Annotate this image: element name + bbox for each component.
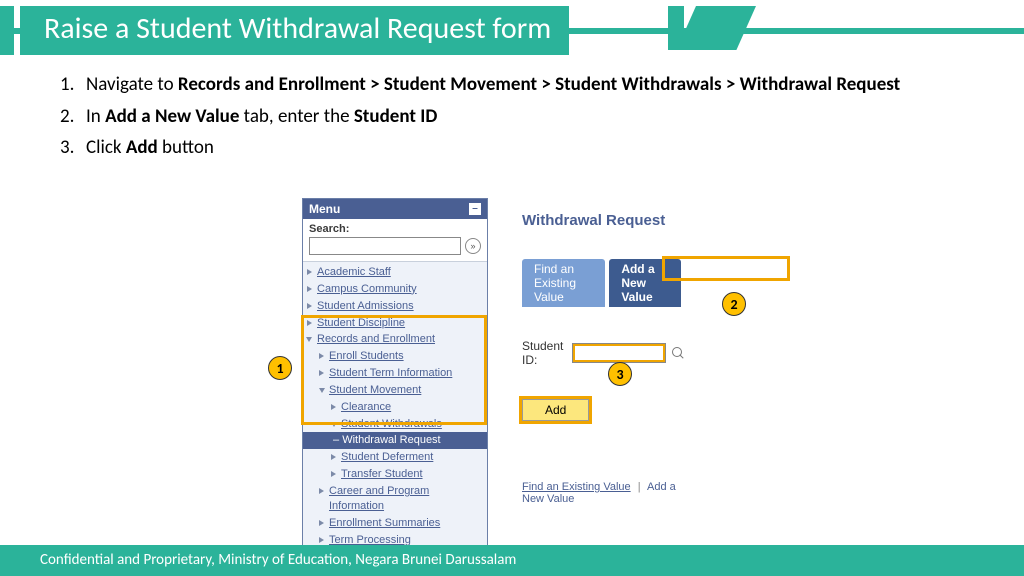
menu-item-withdrawal-request[interactable]: – Withdrawal Request (303, 432, 487, 449)
content-area: Withdrawal Request Find an Existing Valu… (522, 212, 681, 505)
menu-item-records-enrollment[interactable]: Records and Enrollment (303, 331, 487, 348)
tab-row: Find an Existing Value Add a New Value (522, 259, 681, 307)
menu-item-transfer-student[interactable]: Transfer Student (303, 466, 487, 483)
instruction-1-text: Navigate to Records and Enrollment > Stu… (86, 72, 984, 98)
instruction-3-number: 3. (60, 135, 86, 161)
link-separator: | (638, 481, 641, 493)
tab-find-existing[interactable]: Find an Existing Value (522, 259, 605, 307)
menu-item-student-movement[interactable]: Student Movement (303, 382, 487, 399)
callout-1: 1 (268, 356, 292, 380)
link-find-existing[interactable]: Find an Existing Value (522, 481, 631, 493)
menu-search-label: Search: (309, 223, 481, 235)
instructions-list: 1. Navigate to Records and Enrollment > … (60, 72, 984, 167)
menu-item-student-deferment[interactable]: Student Deferment (303, 449, 487, 466)
instruction-2: 2. In Add a New Value tab, enter the Stu… (60, 104, 984, 130)
menu-item-enrollment-summaries[interactable]: Enrollment Summaries (303, 515, 487, 532)
instruction-3: 3. Click Add button (60, 135, 984, 161)
menu-item-student-discipline[interactable]: Student Discipline (303, 315, 487, 332)
menu-item-student-withdrawals[interactable]: Student Withdrawals (303, 416, 487, 433)
callout-2: 2 (722, 292, 746, 316)
menu-item-campus-community[interactable]: Campus Community (303, 281, 487, 298)
instruction-1: 1. Navigate to Records and Enrollment > … (60, 72, 984, 98)
menu-item-clearance[interactable]: Clearance (303, 399, 487, 416)
header-decor-2 (676, 6, 756, 50)
menu-item-enroll-students[interactable]: Enroll Students (303, 348, 487, 365)
instruction-2-number: 2. (60, 104, 86, 130)
instruction-1-number: 1. (60, 72, 86, 98)
footer-text: Confidential and Proprietary, Ministry o… (40, 551, 516, 569)
student-id-label: Student ID: (522, 339, 567, 367)
menu-panel: Menu – Search: » Academic Staff Campus C… (302, 198, 488, 551)
menu-minimize-icon[interactable]: – (469, 203, 481, 215)
menu-item-academic-staff[interactable]: Academic Staff (303, 264, 487, 281)
instruction-3-text: Click Add button (86, 135, 984, 161)
menu-tree: Academic Staff Campus Community Student … (303, 262, 487, 550)
menu-item-student-term-info[interactable]: Student Term Information (303, 365, 487, 382)
menu-search-block: Search: » (303, 219, 487, 262)
menu-header: Menu – (303, 199, 487, 219)
callout-3: 3 (608, 362, 632, 386)
slide-title: Raise a Student Withdrawal Request form (20, 6, 569, 55)
menu-search-go-icon[interactable]: » (465, 238, 481, 254)
lookup-icon[interactable] (671, 346, 681, 360)
instruction-2-text: In Add a New Value tab, enter the Studen… (86, 104, 984, 130)
menu-title: Menu (309, 202, 340, 216)
bottom-links: Find an Existing Value | Add a New Value (522, 481, 681, 505)
menu-search-input[interactable] (309, 237, 461, 255)
footer-bar: Confidential and Proprietary, Ministry o… (0, 545, 1024, 576)
tab-highlight-box (662, 256, 790, 281)
screenshot-region: Menu – Search: » Academic Staff Campus C… (302, 198, 488, 551)
page-title: Withdrawal Request (522, 212, 681, 229)
student-id-input[interactable] (573, 344, 665, 362)
add-button[interactable]: Add (522, 399, 589, 421)
student-id-row: Student ID: (522, 339, 681, 367)
menu-item-student-admissions[interactable]: Student Admissions (303, 298, 487, 315)
menu-item-career-program[interactable]: Career and Program Information (303, 483, 487, 515)
